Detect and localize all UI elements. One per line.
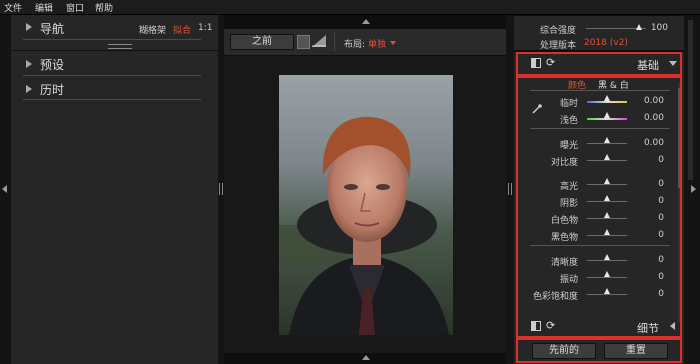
right-scrollbar[interactable]	[688, 20, 693, 180]
process-version-dropdown[interactable]: 2018 (v2)	[584, 38, 628, 48]
collapse-left-arrow-icon[interactable]	[2, 185, 7, 193]
section-separator	[11, 50, 218, 51]
history-header[interactable]: 历时	[11, 78, 218, 100]
splitter-grip-icon	[219, 183, 223, 195]
flip-view-icon[interactable]	[312, 35, 326, 47]
navigator-header[interactable]: 导航 糊格架 拟合 1:1	[11, 15, 218, 39]
menu-window[interactable]: 窗口	[66, 1, 84, 14]
panel-resize-grip[interactable]	[108, 44, 132, 49]
presets-header[interactable]: 预设	[11, 53, 218, 75]
menu-file[interactable]: 文件	[4, 1, 22, 14]
process-version-label: 处理版本	[540, 41, 577, 51]
divider	[23, 75, 201, 76]
expand-triangle-icon	[26, 60, 32, 68]
amount-label: 综合强度	[540, 26, 577, 36]
toolbar-divider	[334, 33, 335, 51]
portrait-photo[interactable]	[279, 75, 453, 335]
basic-header-highlight	[516, 52, 682, 76]
sliders-highlight	[516, 76, 682, 338]
chevron-down-icon[interactable]	[390, 41, 396, 45]
amount-value: 100	[650, 23, 668, 33]
layout-dropdown[interactable]: 单独	[368, 37, 386, 50]
presets-label: 预设	[40, 58, 65, 72]
process-settings: 综合强度 100 处理版本 2018 (v2)	[514, 16, 684, 51]
expand-triangle-icon	[26, 23, 32, 31]
left-panel: 导航 糊格架 拟合 1:1 预设 历时	[11, 15, 218, 364]
collapse-top-arrow-icon[interactable]	[362, 19, 370, 24]
split-view-icon[interactable]	[297, 35, 310, 49]
before-button[interactable]: 之前	[230, 34, 294, 50]
menu-edit[interactable]: 编辑	[35, 1, 53, 14]
collapse-bottom-arrow-icon[interactable]	[362, 355, 370, 360]
layout-label: 布局:	[344, 40, 366, 50]
menu-help[interactable]: 帮助	[95, 1, 113, 14]
fill-option[interactable]: 拟合	[173, 23, 191, 36]
history-label: 历时	[40, 83, 65, 97]
right-panel: ⟳ 基础 颜色 黑 & 白 临时 0.00 浅色 0.00 曝光 0.00 对比度 0 高光 0 阴…	[514, 52, 684, 364]
fit-option[interactable]: 糊格架	[139, 23, 166, 36]
divider	[23, 99, 201, 100]
divider	[23, 39, 201, 40]
navigator-label: 导航	[40, 22, 65, 36]
expand-triangle-icon	[26, 85, 32, 93]
compare-toolbar: 之前 布局: 单独	[224, 29, 506, 55]
collapse-right-arrow-icon[interactable]	[691, 185, 696, 193]
splitter-grip-icon	[508, 183, 512, 195]
ratio-option[interactable]: 1:1	[198, 23, 212, 33]
image-canvas	[224, 56, 506, 353]
buttons-highlight	[516, 338, 682, 363]
menu-bar: 文件 编辑 窗口 帮助	[0, 0, 700, 15]
